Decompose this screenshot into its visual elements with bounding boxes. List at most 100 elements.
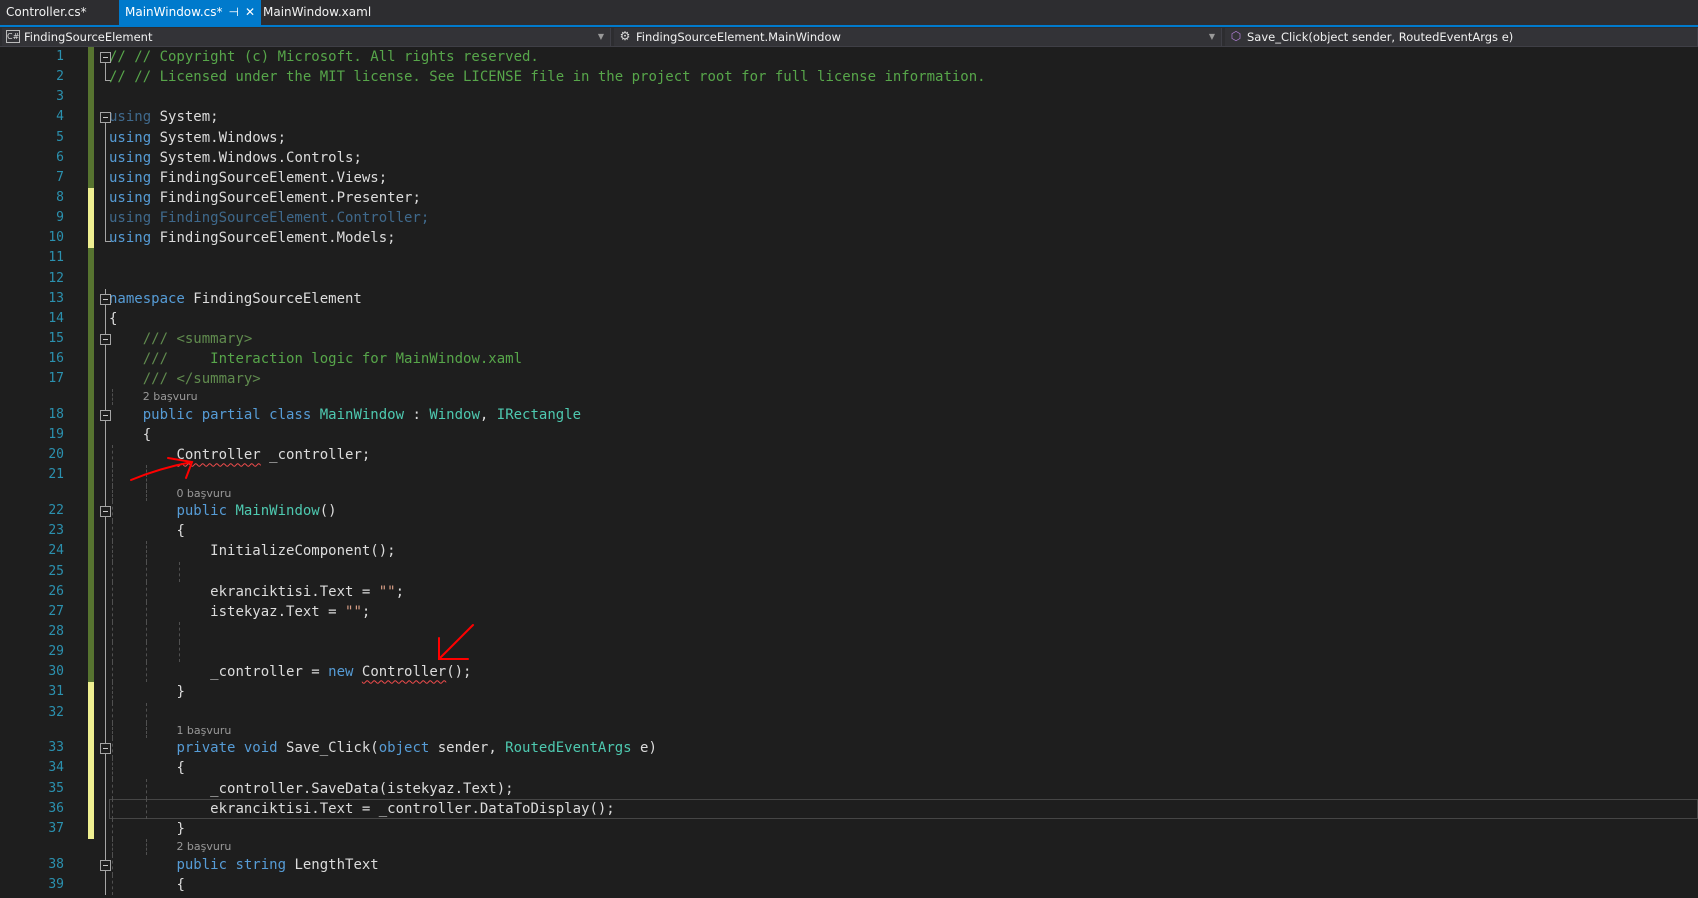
codelens-row: 1 başvuru	[0, 722, 1698, 739]
change-marker-green	[88, 248, 94, 269]
code-line[interactable]: 30 _controller = new Controller();	[0, 662, 1698, 683]
code-line[interactable]: 34 {	[0, 758, 1698, 779]
codelens-references[interactable]: 2 başvuru	[143, 390, 198, 403]
code-line[interactable]: 28	[0, 621, 1698, 643]
code-text: using FindingSourceElement.Presenter;	[109, 188, 421, 208]
code-token: </summary>	[176, 371, 261, 388]
code-text: {	[109, 309, 117, 329]
code-line[interactable]: 2 // // Licensed under the MIT license. S…	[0, 67, 1698, 88]
indent-guide	[145, 561, 147, 582]
code-line[interactable]: 4 using System;	[0, 107, 1698, 128]
collapse-icon[interactable]	[100, 506, 111, 518]
change-marker-yellow	[88, 778, 94, 799]
code-line[interactable]: 38 public string LengthText	[0, 854, 1698, 875]
code-token: using	[109, 109, 152, 126]
code-token: Save_Click(	[286, 740, 379, 757]
code-text: using System.Windows;	[109, 128, 286, 148]
code-line[interactable]: 26 ekranciktisi.Text = "";	[0, 581, 1698, 602]
indent-guide	[112, 838, 113, 855]
line-number: 34	[48, 760, 64, 776]
pin-icon[interactable]: ⊣	[229, 0, 239, 25]
fold-guide-line	[105, 167, 106, 188]
collapse-icon[interactable]	[100, 52, 111, 63]
code-line[interactable]: 18 public partial class MainWindow : Wind…	[0, 404, 1698, 426]
code-line[interactable]: 1 // // Copyright (c) Microsoft. All righ…	[0, 47, 1698, 68]
code-line[interactable]: 11	[0, 248, 1698, 269]
code-token: IRectangle	[496, 406, 582, 423]
line-number: 20	[48, 447, 64, 463]
code-line[interactable]: 10 using FindingSourceElement.Models;	[0, 228, 1698, 249]
code-text: using FindingSourceElement.Models;	[109, 228, 396, 248]
code-text: istekyaz.Text = "";	[109, 602, 370, 622]
change-marker-green	[88, 67, 94, 88]
fold-guide-line	[105, 758, 106, 779]
code-line[interactable]: 35 _controller.SaveData(istekyaz.Text);	[0, 778, 1698, 799]
fold-guide-line	[105, 642, 106, 663]
code-line[interactable]: 14 {	[0, 308, 1698, 329]
code-token: object	[378, 740, 430, 757]
code-line[interactable]: 8 using FindingSourceElement.Presenter;	[0, 187, 1698, 209]
code-token: FindingSourceElement.Views;	[151, 169, 388, 186]
indent-guide	[145, 465, 147, 486]
project-dropdown[interactable]: C# FindingSourceElement ▼	[2, 28, 611, 46]
code-line[interactable]: 25	[0, 561, 1698, 582]
change-marker	[88, 722, 94, 739]
code-token: ekranciktisi.Text = _controller.DataToDi…	[210, 800, 615, 817]
code-line[interactable]: 33 private void Save_Click(object sender,…	[0, 738, 1698, 759]
code-line[interactable]: 20 Controller _controller;	[0, 445, 1698, 466]
member-dropdown[interactable]: ⬡ Save_Click(object sender, RoutedEventA…	[1225, 28, 1698, 46]
line-number: 11	[48, 250, 64, 266]
line-number: 19	[48, 427, 64, 443]
code-line[interactable]: 16 /// Interaction logic for MainWindow.x…	[0, 349, 1698, 370]
fold-guide-line	[105, 798, 106, 819]
change-marker-yellow	[88, 702, 94, 723]
code-line[interactable]: 13 namespace FindingSourceElement	[0, 288, 1698, 309]
collapse-icon[interactable]	[100, 333, 111, 345]
code-line[interactable]: 37}	[0, 818, 1698, 839]
member-label: Save_Click(object sender, RoutedEventArg…	[1247, 30, 1514, 44]
code-line[interactable]: 6 using System.Windows.Controls;	[0, 147, 1698, 168]
change-marker-green	[88, 328, 94, 350]
code-line[interactable]: 39 {	[0, 874, 1698, 895]
code-line[interactable]: 3	[0, 87, 1698, 108]
code-line[interactable]: 15 /// <summary>	[0, 328, 1698, 350]
code-token: FindingSourceElement	[184, 290, 362, 307]
code-line[interactable]: 31}	[0, 682, 1698, 703]
code-line[interactable]: 23 {	[0, 521, 1698, 542]
code-line[interactable]: 24 InitializeComponent();	[0, 541, 1698, 562]
close-icon[interactable]: ✕	[245, 0, 255, 25]
line-number: 1	[56, 49, 64, 64]
codelens-references[interactable]: 2 başvuru	[176, 840, 231, 853]
type-dropdown[interactable]: ⚙ FindingSourceElement.MainWindow ▼	[614, 28, 1222, 46]
codelens-references[interactable]: 1 başvuru	[176, 724, 231, 737]
collapse-icon[interactable]	[100, 743, 111, 755]
fold-guide-line	[105, 581, 106, 602]
collapse-icon[interactable]	[100, 293, 111, 305]
code-line[interactable]: 12	[0, 268, 1698, 289]
tab-mainwindow-xaml[interactable]: MainWindow.xaml	[257, 0, 377, 25]
code-line[interactable]: 17 /// </summary>	[0, 369, 1698, 390]
collapse-icon[interactable]	[100, 409, 111, 421]
code-line[interactable]: 22 public MainWindow()	[0, 501, 1698, 522]
code-line[interactable]: 36 ekranciktisi.Text = _controller.DataTo…	[0, 798, 1698, 819]
code-line[interactable]: 32	[0, 702, 1698, 723]
code-line[interactable]: 7 using FindingSourceElement.Views;	[0, 167, 1698, 188]
code-editor[interactable]: 1 // // Copyright (c) Microsoft. All righ…	[0, 47, 1698, 898]
code-line[interactable]: 9 using FindingSourceElement.Controller;	[0, 208, 1698, 229]
tab-controller-cs[interactable]: Controller.cs*	[0, 0, 93, 25]
fold-guide-line	[105, 601, 106, 622]
code-text: private void Save_Click(object sender, R…	[109, 738, 656, 758]
line-number: 38	[48, 856, 64, 872]
code-line[interactable]: 27 istekyaz.Text = "";	[0, 601, 1698, 622]
fold-guide-line	[105, 445, 106, 466]
code-line[interactable]: 21	[0, 465, 1698, 486]
collapse-icon[interactable]	[100, 859, 111, 871]
change-marker-green	[88, 349, 94, 370]
code-line[interactable]: 19 {	[0, 425, 1698, 446]
code-token: ///	[142, 371, 177, 388]
code-line[interactable]: 5 using System.Windows;	[0, 127, 1698, 148]
codelens-references[interactable]: 0 başvuru	[176, 487, 231, 500]
tab-mainwindow-cs[interactable]: MainWindow.cs* ⊣ ✕	[119, 0, 262, 25]
code-line[interactable]: 29	[0, 642, 1698, 663]
collapse-icon[interactable]	[100, 112, 111, 124]
